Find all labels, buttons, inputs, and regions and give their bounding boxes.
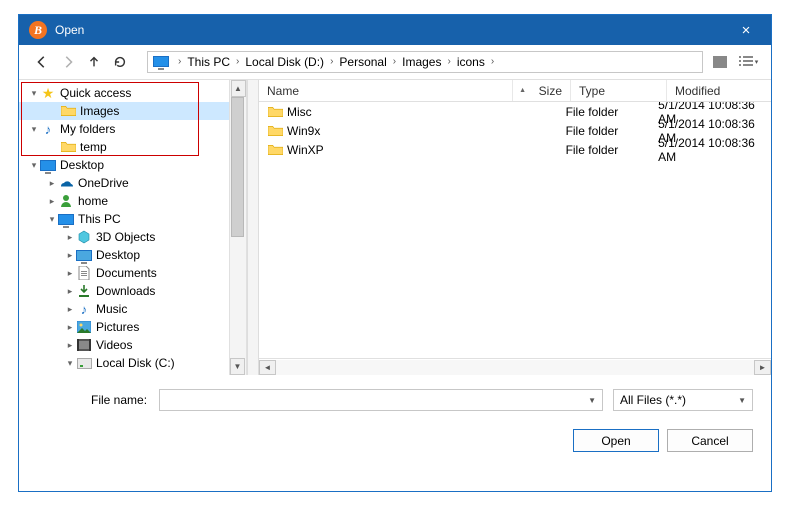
tree-documents[interactable]: ▸Documents [19, 264, 229, 282]
scroll-right-icon[interactable]: ► [754, 360, 771, 375]
body: ▾★Quick access Images ▾♪My folders temp … [19, 79, 771, 375]
nav-toolbar: › This PC › Local Disk (D:) › Personal ›… [19, 45, 771, 79]
file-list[interactable]: Misc File folder 5/1/2014 10:08:36 AM Wi… [259, 102, 771, 358]
refresh-button[interactable] [109, 51, 131, 73]
breadcrumb-item[interactable]: Personal [337, 55, 388, 69]
view-details-icon[interactable]: ▾ [737, 51, 759, 73]
view-large-icon[interactable] [709, 51, 731, 73]
tree-home[interactable]: ▸home [19, 192, 229, 210]
tree-scrollbar[interactable]: ▲ ▼ [229, 80, 246, 375]
folder-icon [267, 104, 283, 120]
chevron-right-icon[interactable]: › [232, 56, 243, 67]
list-item[interactable]: WinXP File folder 5/1/2014 10:08:36 AM [259, 140, 771, 159]
desktop-icon [76, 247, 92, 263]
titlebar: B Open × [19, 15, 771, 45]
file-list-pane: Name Size Type Modified Misc File folder… [259, 80, 771, 375]
user-icon [58, 193, 74, 209]
tree-mf-temp[interactable]: temp [19, 138, 229, 156]
folder-icon [267, 123, 283, 139]
list-h-scrollbar[interactable]: ◄ ► [259, 358, 771, 375]
tree-desktop2[interactable]: ▸Desktop [19, 246, 229, 264]
filename-input[interactable]: ▼ [159, 389, 603, 411]
filename-label: File name: [91, 393, 159, 407]
tree-3d-objects[interactable]: ▸3D Objects [19, 228, 229, 246]
back-button[interactable] [31, 51, 53, 73]
onedrive-icon [58, 175, 74, 191]
tree-desktop[interactable]: ▾Desktop [19, 156, 229, 174]
open-dialog: B Open × › This PC › Local Disk (D:) › P… [18, 14, 772, 492]
tree-pane: ▾★Quick access Images ▾♪My folders temp … [19, 80, 247, 375]
open-button[interactable]: Open [573, 429, 659, 452]
breadcrumb-item[interactable]: icons [455, 55, 487, 69]
col-type[interactable]: Type [571, 80, 667, 101]
drive-icon [76, 355, 92, 371]
app-icon: B [29, 21, 47, 39]
tree-pictures[interactable]: ▸Pictures [19, 318, 229, 336]
star-icon: ★ [40, 85, 56, 101]
music-icon: ♪ [76, 301, 92, 317]
videos-icon [76, 337, 92, 353]
tree-local-disk-c[interactable]: ▾Local Disk (C:) [19, 354, 229, 372]
pc-icon [152, 53, 170, 71]
tree-videos[interactable]: ▸Videos [19, 336, 229, 354]
splitter[interactable] [247, 80, 259, 375]
pictures-icon [76, 319, 92, 335]
forward-button[interactable] [57, 51, 79, 73]
breadcrumb[interactable]: › This PC › Local Disk (D:) › Personal ›… [147, 51, 703, 73]
chevron-right-icon[interactable]: › [326, 56, 337, 67]
bottom-panel: File name: ▼ All Files (*.*)▼ Open Cance… [19, 375, 771, 464]
pc-icon [58, 211, 74, 227]
up-button[interactable] [83, 51, 105, 73]
music-icon: ♪ [40, 121, 56, 137]
file-type-filter[interactable]: All Files (*.*)▼ [613, 389, 753, 411]
scroll-thumb[interactable] [231, 97, 244, 237]
documents-icon [76, 265, 92, 281]
tree-music[interactable]: ▸♪Music [19, 300, 229, 318]
downloads-icon [76, 283, 92, 299]
folder-icon [60, 139, 76, 155]
tree-my-folders[interactable]: ▾♪My folders [19, 120, 229, 138]
3d-icon [76, 229, 92, 245]
tree-this-pc[interactable]: ▾This PC [19, 210, 229, 228]
folder-icon [267, 142, 283, 158]
scroll-track[interactable] [276, 360, 754, 375]
tree-downloads[interactable]: ▸Downloads [19, 282, 229, 300]
column-headers: Name Size Type Modified [259, 80, 771, 102]
scroll-down-icon[interactable]: ▼ [230, 358, 245, 375]
scroll-left-icon[interactable]: ◄ [259, 360, 276, 375]
breadcrumb-item[interactable]: Images [400, 55, 443, 69]
cancel-button[interactable]: Cancel [667, 429, 753, 452]
scroll-up-icon[interactable]: ▲ [231, 80, 246, 97]
dialog-title: Open [55, 23, 84, 37]
chevron-right-icon[interactable]: › [487, 56, 498, 67]
tree-quick-access[interactable]: ▾★Quick access [19, 84, 229, 102]
folder-tree[interactable]: ▾★Quick access Images ▾♪My folders temp … [19, 80, 229, 375]
chevron-right-icon[interactable]: › [443, 56, 454, 67]
chevron-right-icon[interactable]: › [389, 56, 400, 67]
breadcrumb-item[interactable]: Local Disk (D:) [243, 55, 326, 69]
tree-onedrive[interactable]: ▸OneDrive [19, 174, 229, 192]
tree-qa-images[interactable]: Images [19, 102, 229, 120]
col-name[interactable]: Name [259, 80, 513, 101]
chevron-down-icon: ▼ [738, 396, 746, 405]
col-modified[interactable]: Modified [667, 80, 771, 101]
folder-icon [60, 103, 76, 119]
chevron-down-icon: ▼ [588, 396, 596, 405]
breadcrumb-item[interactable]: This PC [185, 55, 232, 69]
close-icon[interactable]: × [731, 22, 761, 39]
desktop-icon [40, 157, 56, 173]
chevron-right-icon[interactable]: › [174, 56, 185, 67]
